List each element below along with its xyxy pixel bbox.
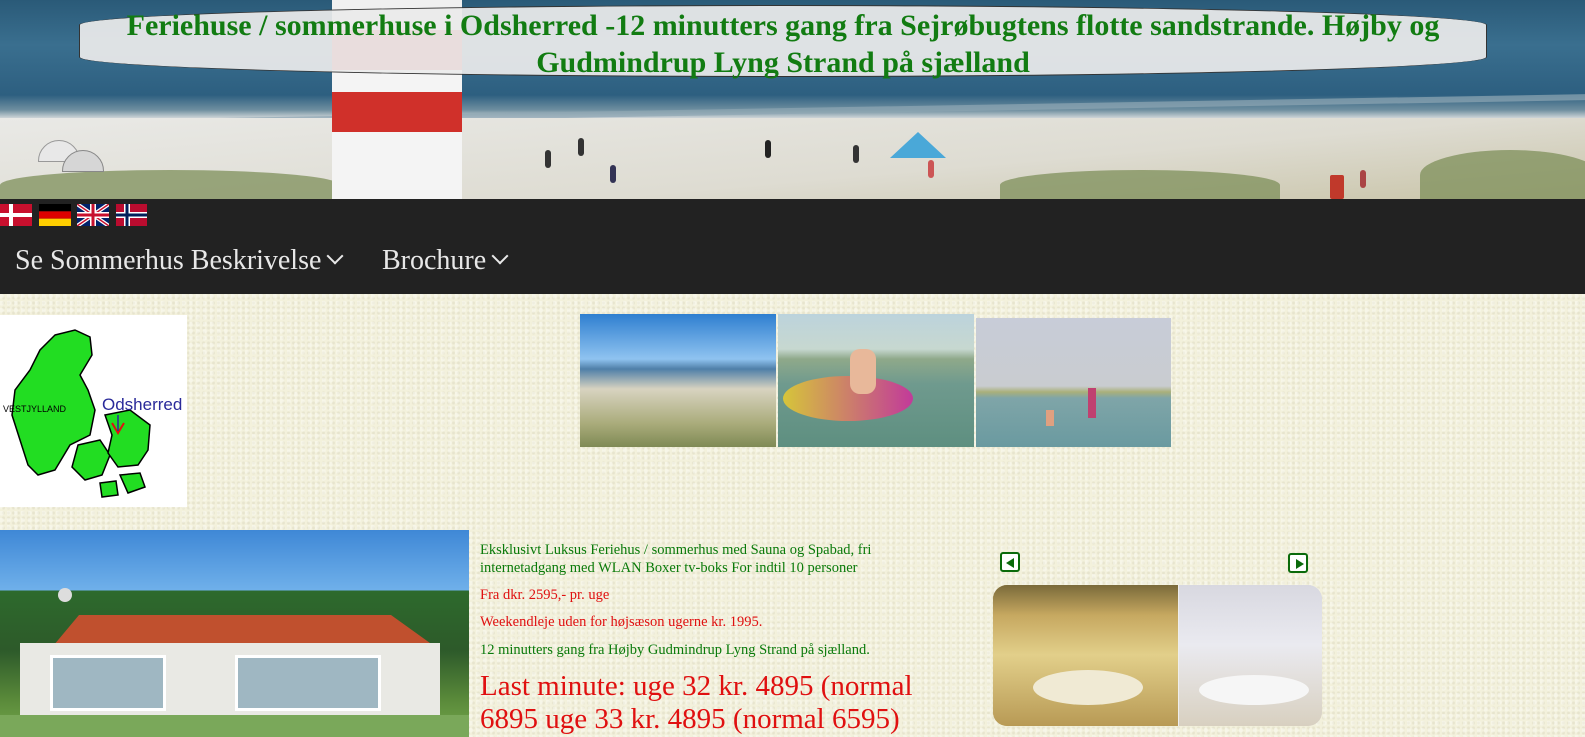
beach-chair	[1330, 175, 1344, 199]
denmark-map-image[interactable]: VESTJYLLAND Odsherred	[0, 315, 187, 507]
beach-person	[853, 145, 859, 163]
beach-person	[545, 150, 551, 168]
beach-person	[1360, 170, 1366, 188]
beach	[0, 118, 1585, 200]
dune-grass	[1000, 170, 1280, 200]
german-flag-icon[interactable]	[39, 204, 71, 226]
beach-person	[765, 140, 771, 158]
price-line: Fra dkr. 2595,- pr. uge	[480, 587, 610, 603]
nav-item-label: Se Sommerhus Beskrivelse	[15, 245, 322, 276]
house-wall	[20, 643, 440, 723]
distance-line: 12 minutters gang fra Højby Gudmindrup L…	[480, 642, 870, 658]
photo-beach-dunes[interactable]	[580, 314, 776, 447]
child-figure	[850, 349, 876, 394]
beach-person	[928, 160, 934, 178]
nav-bar: Se Sommerhus Beskrivelse Brochure	[0, 199, 1585, 294]
nav-item-sommerhus-beskrivelse[interactable]: Se Sommerhus Beskrivelse	[15, 245, 344, 277]
map-label-odsherred: Odsherred	[102, 395, 183, 414]
child-figure	[1046, 410, 1054, 426]
beach-person	[578, 138, 584, 156]
child-figure	[1088, 388, 1096, 418]
slider-next-button[interactable]	[1288, 553, 1308, 573]
slider-prev-button[interactable]	[1000, 552, 1020, 572]
nav-item-label: Brochure	[382, 245, 487, 276]
house-roof	[55, 615, 430, 643]
beach-tent	[890, 132, 946, 158]
arrow-left-icon	[1006, 558, 1014, 568]
photo-dining-room	[993, 585, 1178, 726]
chevron-down-icon	[491, 247, 509, 265]
dune-grass	[1420, 150, 1585, 200]
page-title: Feriehuse / sommerhuse i Odsherred -12 m…	[79, 5, 1487, 79]
interior-photo-slider[interactable]	[993, 585, 1322, 726]
nav-item-brochure[interactable]: Brochure	[382, 245, 509, 277]
lawn	[0, 715, 469, 737]
photo-children-shallow-water[interactable]	[976, 318, 1171, 447]
satellite-dish	[58, 588, 72, 602]
inflatable-toy	[783, 376, 913, 421]
last-minute-offer: Last minute: uge 32 kr. 4895 (normal 689…	[480, 670, 913, 735]
weekend-price-line: Weekendleje uden for højsæson ugerne kr.…	[480, 614, 763, 630]
dune-grass	[0, 170, 340, 200]
arrow-right-icon	[1296, 559, 1304, 569]
description-line: Eksklusivt Luksus Feriehus / sommerhus m…	[480, 542, 872, 576]
header-banner: Feriehuse / sommerhuse i Odsherred -12 m…	[0, 0, 1585, 200]
norwegian-flag-icon[interactable]	[116, 204, 147, 226]
danish-flag-icon[interactable]	[0, 204, 32, 226]
photo-kitchen	[1179, 585, 1322, 726]
chevron-down-icon	[326, 247, 344, 265]
photo-child-inflatable[interactable]	[778, 314, 974, 447]
beach-person	[610, 165, 616, 183]
map-label-vestjylland: VESTJYLLAND	[3, 404, 67, 414]
photo-summer-house[interactable]	[0, 530, 469, 737]
uk-flag-icon[interactable]	[77, 204, 109, 226]
